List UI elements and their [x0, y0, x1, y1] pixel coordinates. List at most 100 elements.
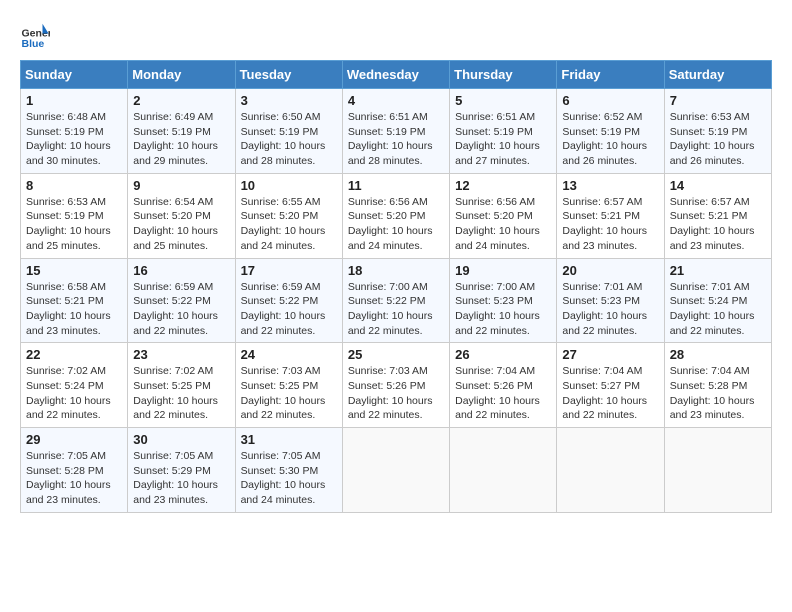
calendar-cell — [342, 428, 449, 513]
calendar-cell: 29 Sunrise: 7:05 AMSunset: 5:28 PMDayligh… — [21, 428, 128, 513]
day-header-thursday: Thursday — [450, 61, 557, 89]
day-info: Sunrise: 6:57 AMSunset: 5:21 PMDaylight:… — [562, 195, 658, 254]
day-info: Sunrise: 7:04 AMSunset: 5:28 PMDaylight:… — [670, 364, 766, 423]
day-info: Sunrise: 6:51 AMSunset: 5:19 PMDaylight:… — [348, 110, 444, 169]
day-header-tuesday: Tuesday — [235, 61, 342, 89]
day-info: Sunrise: 6:50 AMSunset: 5:19 PMDaylight:… — [241, 110, 337, 169]
page-header: General Blue — [20, 20, 772, 50]
day-number: 31 — [241, 432, 337, 447]
day-info: Sunrise: 6:58 AMSunset: 5:21 PMDaylight:… — [26, 280, 122, 339]
calendar-cell: 8 Sunrise: 6:53 AMSunset: 5:19 PMDaylight… — [21, 173, 128, 258]
day-number: 26 — [455, 347, 551, 362]
calendar-cell: 3 Sunrise: 6:50 AMSunset: 5:19 PMDaylight… — [235, 89, 342, 174]
day-info: Sunrise: 6:51 AMSunset: 5:19 PMDaylight:… — [455, 110, 551, 169]
calendar-week-row: 15 Sunrise: 6:58 AMSunset: 5:21 PMDayligh… — [21, 258, 772, 343]
day-header-monday: Monday — [128, 61, 235, 89]
day-info: Sunrise: 6:55 AMSunset: 5:20 PMDaylight:… — [241, 195, 337, 254]
day-info: Sunrise: 7:05 AMSunset: 5:30 PMDaylight:… — [241, 449, 337, 508]
calendar-cell: 6Sunrise: 6:52 AMSunset: 5:19 PMDaylight… — [557, 89, 664, 174]
day-info: Sunrise: 7:01 AMSunset: 5:23 PMDaylight:… — [562, 280, 658, 339]
day-number: 27 — [562, 347, 658, 362]
calendar-week-row: 22 Sunrise: 7:02 AMSunset: 5:24 PMDayligh… — [21, 343, 772, 428]
day-number: 12 — [455, 178, 551, 193]
day-number: 9 — [133, 178, 229, 193]
calendar-cell: 19Sunrise: 7:00 AMSunset: 5:23 PMDayligh… — [450, 258, 557, 343]
calendar-cell: 20 Sunrise: 7:01 AMSunset: 5:23 PMDayligh… — [557, 258, 664, 343]
calendar-cell: 10 Sunrise: 6:55 AMSunset: 5:20 PMDayligh… — [235, 173, 342, 258]
day-number: 4 — [348, 93, 444, 108]
day-header-friday: Friday — [557, 61, 664, 89]
day-number: 8 — [26, 178, 122, 193]
day-header-saturday: Saturday — [664, 61, 771, 89]
day-header-sunday: Sunday — [21, 61, 128, 89]
day-number: 22 — [26, 347, 122, 362]
calendar-cell: 28Sunrise: 7:04 AMSunset: 5:28 PMDayligh… — [664, 343, 771, 428]
calendar-cell: 23 Sunrise: 7:02 AMSunset: 5:25 PMDayligh… — [128, 343, 235, 428]
calendar-cell — [664, 428, 771, 513]
calendar-cell: 7 Sunrise: 6:53 AMSunset: 5:19 PMDaylight… — [664, 89, 771, 174]
day-info: Sunrise: 6:59 AMSunset: 5:22 PMDaylight:… — [133, 280, 229, 339]
day-number: 15 — [26, 263, 122, 278]
calendar-table: SundayMondayTuesdayWednesdayThursdayFrid… — [20, 60, 772, 513]
day-info: Sunrise: 6:56 AMSunset: 5:20 PMDaylight:… — [455, 195, 551, 254]
calendar-header-row: SundayMondayTuesdayWednesdayThursdayFrid… — [21, 61, 772, 89]
day-info: Sunrise: 6:52 AMSunset: 5:19 PMDaylight:… — [562, 110, 658, 169]
day-info: Sunrise: 7:00 AMSunset: 5:22 PMDaylight:… — [348, 280, 444, 339]
day-info: Sunrise: 7:04 AMSunset: 5:27 PMDaylight:… — [562, 364, 658, 423]
day-number: 16 — [133, 263, 229, 278]
day-number: 29 — [26, 432, 122, 447]
day-info: Sunrise: 7:02 AMSunset: 5:24 PMDaylight:… — [26, 364, 122, 423]
day-info: Sunrise: 7:05 AMSunset: 5:28 PMDaylight:… — [26, 449, 122, 508]
day-number: 21 — [670, 263, 766, 278]
calendar-cell: 24 Sunrise: 7:03 AMSunset: 5:25 PMDayligh… — [235, 343, 342, 428]
calendar-week-row: 29 Sunrise: 7:05 AMSunset: 5:28 PMDayligh… — [21, 428, 772, 513]
calendar-cell: 9 Sunrise: 6:54 AMSunset: 5:20 PMDaylight… — [128, 173, 235, 258]
logo-icon: General Blue — [20, 20, 50, 50]
day-number: 10 — [241, 178, 337, 193]
calendar-cell: 27 Sunrise: 7:04 AMSunset: 5:27 PMDayligh… — [557, 343, 664, 428]
day-info: Sunrise: 7:03 AMSunset: 5:26 PMDaylight:… — [348, 364, 444, 423]
day-number: 1 — [26, 93, 122, 108]
day-number: 3 — [241, 93, 337, 108]
day-number: 7 — [670, 93, 766, 108]
calendar-cell: 1 Sunrise: 6:48 AMSunset: 5:19 PMDaylight… — [21, 89, 128, 174]
day-number: 24 — [241, 347, 337, 362]
calendar-week-row: 8 Sunrise: 6:53 AMSunset: 5:19 PMDaylight… — [21, 173, 772, 258]
calendar-cell — [557, 428, 664, 513]
day-info: Sunrise: 6:54 AMSunset: 5:20 PMDaylight:… — [133, 195, 229, 254]
calendar-cell: 25Sunrise: 7:03 AMSunset: 5:26 PMDayligh… — [342, 343, 449, 428]
calendar-cell: 12 Sunrise: 6:56 AMSunset: 5:20 PMDayligh… — [450, 173, 557, 258]
day-number: 20 — [562, 263, 658, 278]
day-info: Sunrise: 7:03 AMSunset: 5:25 PMDaylight:… — [241, 364, 337, 423]
day-info: Sunrise: 7:02 AMSunset: 5:25 PMDaylight:… — [133, 364, 229, 423]
day-number: 11 — [348, 178, 444, 193]
calendar-cell: 18Sunrise: 7:00 AMSunset: 5:22 PMDayligh… — [342, 258, 449, 343]
svg-text:Blue: Blue — [22, 38, 45, 50]
day-info: Sunrise: 6:56 AMSunset: 5:20 PMDaylight:… — [348, 195, 444, 254]
calendar-cell: 13 Sunrise: 6:57 AMSunset: 5:21 PMDayligh… — [557, 173, 664, 258]
day-number: 30 — [133, 432, 229, 447]
calendar-cell: 16 Sunrise: 6:59 AMSunset: 5:22 PMDayligh… — [128, 258, 235, 343]
day-info: Sunrise: 6:48 AMSunset: 5:19 PMDaylight:… — [26, 110, 122, 169]
day-info: Sunrise: 6:57 AMSunset: 5:21 PMDaylight:… — [670, 195, 766, 254]
day-info: Sunrise: 6:49 AMSunset: 5:19 PMDaylight:… — [133, 110, 229, 169]
day-info: Sunrise: 6:59 AMSunset: 5:22 PMDaylight:… — [241, 280, 337, 339]
day-number: 13 — [562, 178, 658, 193]
day-number: 2 — [133, 93, 229, 108]
calendar-cell: 31 Sunrise: 7:05 AMSunset: 5:30 PMDayligh… — [235, 428, 342, 513]
day-number: 5 — [455, 93, 551, 108]
calendar-cell: 30Sunrise: 7:05 AMSunset: 5:29 PMDayligh… — [128, 428, 235, 513]
day-info: Sunrise: 6:53 AMSunset: 5:19 PMDaylight:… — [26, 195, 122, 254]
calendar-cell: 21 Sunrise: 7:01 AMSunset: 5:24 PMDayligh… — [664, 258, 771, 343]
calendar-cell: 2 Sunrise: 6:49 AMSunset: 5:19 PMDaylight… — [128, 89, 235, 174]
day-number: 23 — [133, 347, 229, 362]
day-number: 19 — [455, 263, 551, 278]
calendar-cell: 26Sunrise: 7:04 AMSunset: 5:26 PMDayligh… — [450, 343, 557, 428]
calendar-cell: 15 Sunrise: 6:58 AMSunset: 5:21 PMDayligh… — [21, 258, 128, 343]
calendar-week-row: 1 Sunrise: 6:48 AMSunset: 5:19 PMDaylight… — [21, 89, 772, 174]
day-header-wednesday: Wednesday — [342, 61, 449, 89]
logo: General Blue — [20, 20, 52, 50]
day-info: Sunrise: 7:01 AMSunset: 5:24 PMDaylight:… — [670, 280, 766, 339]
day-info: Sunrise: 6:53 AMSunset: 5:19 PMDaylight:… — [670, 110, 766, 169]
calendar-body: 1 Sunrise: 6:48 AMSunset: 5:19 PMDaylight… — [21, 89, 772, 513]
